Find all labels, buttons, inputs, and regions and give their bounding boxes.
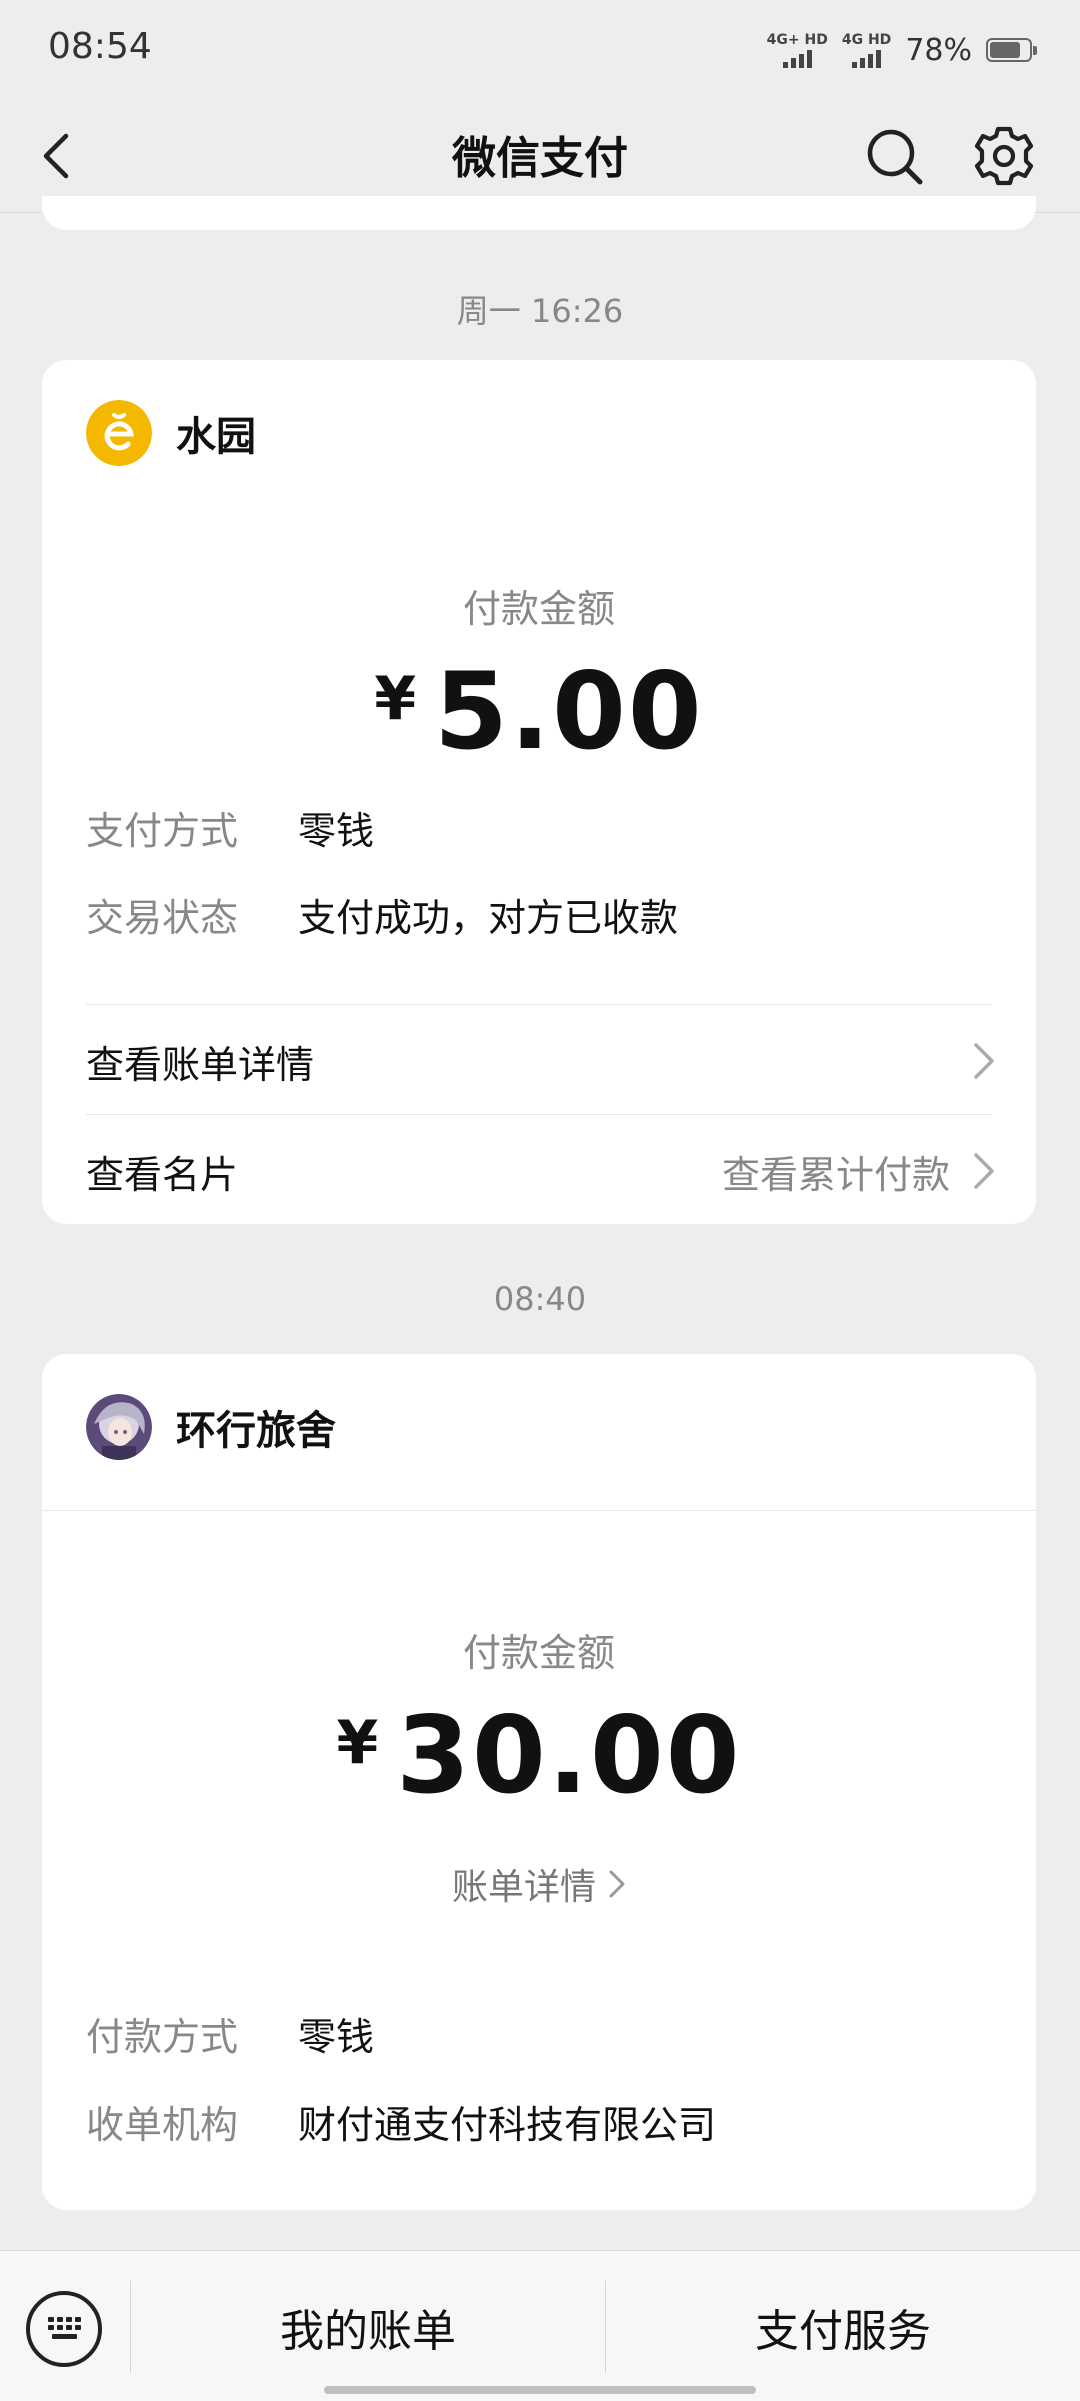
divider (42, 1510, 1036, 1511)
previous-message-card (42, 196, 1036, 230)
chevron-right-icon (974, 1043, 994, 1079)
chevron-right-icon (974, 1153, 994, 1189)
view-bill-details-link[interactable]: 查看账单详情 (86, 1016, 996, 1106)
bill-details-link[interactable]: 账单详情 (42, 1858, 1036, 1910)
info-value: 财付通支付科技有限公司 (298, 2103, 717, 2147)
info-key: 支付方式 (86, 809, 239, 853)
info-value: 零钱 (298, 2015, 375, 2059)
currency-symbol: ¥ (374, 664, 417, 734)
payment-card: 环行旅舍 付款金额 ¥30.00 账单详情 付款方式 零钱 收单机构 财付通支付… (42, 1354, 1036, 2210)
amount-label: 付款金额 (462, 587, 615, 631)
battery-percent: 78% (905, 32, 972, 68)
cumulative-payment-link[interactable]: 查看累计付款 (722, 1144, 950, 1199)
info-value: 零钱 (298, 809, 375, 853)
amount-value: 5.00 (434, 650, 704, 773)
info-key: 交易状态 (86, 896, 239, 940)
status-bar: 08:54 4G+ HD 4G HD 78% (0, 0, 1080, 100)
merchant-name: 水园 (176, 414, 256, 460)
link-label: 查看账单详情 (86, 1042, 315, 1087)
payment-amount: ¥5.00 (42, 650, 1036, 773)
payment-amount: ¥30.00 (42, 1694, 1036, 1817)
merchant-logo-icon (86, 400, 152, 466)
amount-label: 付款金额 (462, 1631, 615, 1675)
info-row: 交易状态 支付成功，对方已收款 (86, 887, 678, 942)
bottom-menu-bar: 我的账单 支付服务 (0, 2250, 1080, 2401)
signal-icon: 4G+ HD (767, 33, 828, 68)
bill-details-label: 账单详情 (451, 1867, 596, 1908)
search-icon[interactable] (862, 124, 928, 190)
info-row: 支付方式 零钱 (86, 800, 374, 855)
signal-icon: 4G HD (842, 33, 891, 68)
merchant-header[interactable]: 环行旅舍 (86, 1394, 336, 1460)
info-row: 收单机构 财付通支付科技有限公司 (86, 2094, 716, 2149)
gear-icon[interactable] (970, 122, 1038, 190)
chevron-right-icon (609, 1870, 625, 1898)
payment-services-menu[interactable]: 支付服务 (606, 2295, 1080, 2359)
payment-card: 水园 付款金额 ¥5.00 支付方式 零钱 交易状态 支付成功，对方已收款 查看… (42, 360, 1036, 1224)
keyboard-icon[interactable] (26, 2291, 102, 2367)
link-label: 查看名片 (86, 1152, 239, 1197)
divider (86, 1004, 992, 1005)
merchant-avatar (86, 1394, 152, 1460)
info-value: 支付成功，对方已收款 (298, 896, 679, 940)
merchant-name: 环行旅舍 (176, 1408, 336, 1454)
info-key: 付款方式 (86, 2015, 239, 2059)
info-key: 收单机构 (86, 2103, 239, 2147)
home-indicator[interactable] (324, 2386, 756, 2394)
info-row: 付款方式 零钱 (86, 2006, 374, 2061)
merchant-header[interactable]: 水园 (86, 400, 256, 466)
message-timestamp: 周一 16:26 (456, 292, 624, 330)
amount-value: 30.00 (396, 1694, 742, 1817)
status-time: 08:54 (48, 26, 152, 67)
signal-label: 4G+ HD (766, 31, 828, 48)
battery-icon (986, 38, 1037, 62)
view-card-link[interactable]: 查看名片 查看累计付款 (86, 1126, 996, 1216)
my-bills-menu[interactable]: 我的账单 (131, 2295, 605, 2359)
message-timestamp: 08:40 (493, 1280, 587, 1318)
divider (86, 1114, 992, 1115)
signal-label: 4G HD (841, 31, 892, 48)
currency-symbol: ¥ (336, 1708, 379, 1778)
status-indicators: 4G+ HD 4G HD 78% (767, 30, 1037, 70)
